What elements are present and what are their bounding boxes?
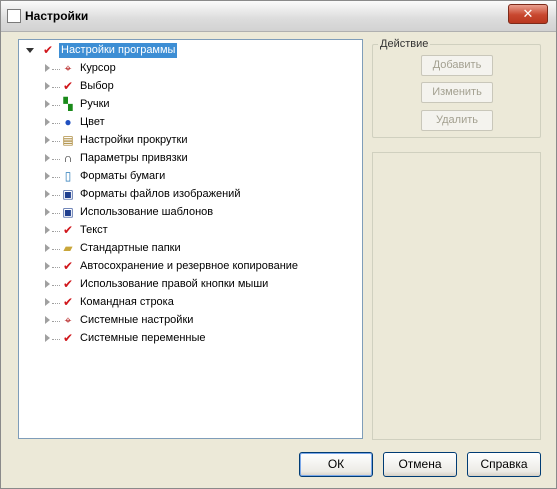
tree-item[interactable]: ✔ Командная строка [19,294,359,312]
tree-item-label: Цвет [80,116,105,128]
tree-item-label: Настройки прокрутки [80,134,188,146]
floppy-icon: ▣ [62,187,74,201]
tree-item[interactable]: ▯ Форматы бумаги [19,168,359,186]
tree-item-label: Системные настройки [80,314,194,326]
tree-item-label: Системные переменные [80,332,206,344]
tree-item[interactable]: ⌖ Системные настройки [19,312,359,330]
settings-tree[interactable]: ✔ Настройки программы ⌖ Курсор ✔ Выбор ▚ Ручк… [18,39,363,439]
expand-arrow-icon[interactable] [45,244,50,252]
tree-connector [52,303,60,304]
check-icon: ✔ [62,79,74,93]
close-button[interactable]: ✕ [508,4,548,24]
expand-arrow-icon[interactable] [45,334,50,342]
expand-arrow-icon[interactable] [45,208,50,216]
tree-item-label: Форматы файлов изображений [80,188,241,200]
expand-arrow-icon[interactable] [45,262,50,270]
settings-dialog: Настройки ✕ ✔ Настройки программы ⌖ Курсо… [0,0,557,489]
tree-connector [52,105,60,106]
expand-arrow-icon[interactable] [45,100,50,108]
tree-item-label: Форматы бумаги [80,170,166,182]
tree-item[interactable]: ▚ Ручки [19,96,359,114]
tree-item[interactable]: ▣ Форматы файлов изображений [19,186,359,204]
tree-connector [52,177,60,178]
floppy-icon: ▣ [62,205,74,219]
delete-button[interactable]: Удалить [421,110,493,131]
tree-connector [52,285,60,286]
tree-connector [52,321,60,322]
check-icon: ✔ [42,43,54,57]
expand-arrow-icon[interactable] [45,154,50,162]
folder-icon: ▰ [63,241,73,255]
cursor-icon: ⌖ [64,313,72,327]
ok-button[interactable]: ОК [299,452,373,477]
action-group-label: Действие [378,38,431,50]
magnet-icon: ∩ [63,151,73,165]
tree-item[interactable]: ⌖ Курсор [19,60,359,78]
check-icon: ✔ [62,277,74,291]
expand-arrow-icon[interactable] [45,136,50,144]
title-bar[interactable]: Настройки ✕ [1,1,556,32]
expand-arrow-icon[interactable] [45,82,50,90]
expand-arrow-icon[interactable] [45,280,50,288]
tree-item[interactable]: ✔ Выбор [19,78,359,96]
tree-item-label: Стандартные папки [80,242,181,254]
expand-arrow-icon[interactable] [45,190,50,198]
tree-item[interactable]: ✔ Автосохранение и резервное копирование [19,258,359,276]
tree-item-label: Параметры привязки [80,152,188,164]
expand-arrow-icon[interactable] [45,64,50,72]
tree-connector [52,267,60,268]
tree-item[interactable]: ✔ Текст [19,222,359,240]
tree-item[interactable]: ● Цвет [19,114,359,132]
expand-arrow-icon[interactable] [45,316,50,324]
window-icon [7,9,21,23]
check-icon: ✔ [62,259,74,273]
check-icon: ✔ [62,295,74,309]
tree-connector [52,141,60,142]
color-icon: ● [64,115,72,129]
tree-item[interactable]: ∩ Параметры привязки [19,150,359,168]
cursor-icon: ⌖ [64,61,72,75]
tree-item-label: Текст [80,224,108,236]
expand-arrow-icon[interactable] [45,226,50,234]
collapse-arrow-icon[interactable] [26,48,34,53]
tree-item-label: Использование шаблонов [80,206,214,218]
tree-connector [52,195,60,196]
scroll-icon: ▤ [62,133,74,147]
paper-icon: ▯ [64,169,72,183]
properties-panel [372,152,541,440]
cancel-button[interactable]: Отмена [383,452,457,477]
tree-connector [52,213,60,214]
tree-connector [52,339,60,340]
tree-connector [52,249,60,250]
expand-arrow-icon[interactable] [45,118,50,126]
tree-connector [52,87,60,88]
add-button[interactable]: Добавить [421,55,493,76]
tree-item-label: Выбор [80,80,114,92]
tree-root-label: Настройки программы [59,43,178,58]
expand-arrow-icon[interactable] [45,172,50,180]
tree-item[interactable]: ▤ Настройки прокрутки [19,132,359,150]
check-icon: ✔ [62,331,74,345]
tree-item[interactable]: ▰ Стандартные папки [19,240,359,258]
tree-connector [52,231,60,232]
tree-item[interactable]: ▣ Использование шаблонов [19,204,359,222]
tree-connector [52,69,60,70]
tree-connector [52,123,60,124]
help-button[interactable]: Справка [467,452,541,477]
window-title: Настройки [25,9,89,23]
tree-item-label: Курсор [80,62,116,74]
expand-arrow-icon[interactable] [45,298,50,306]
tree-item-label: Автосохранение и резервное копирование [80,260,299,272]
edit-button[interactable]: Изменить [421,82,493,103]
tree-connector [52,159,60,160]
tree-item-label: Использование правой кнопки мыши [80,278,269,290]
tree-root-node[interactable]: ✔ Настройки программы [19,42,359,60]
check-icon: ✔ [62,223,74,237]
grips-icon: ▚ [63,97,73,111]
tree-item[interactable]: ✔ Использование правой кнопки мыши [19,276,359,294]
tree-item-label: Ручки [80,98,110,110]
tree-item-label: Командная строка [80,296,174,308]
tree-item[interactable]: ✔ Системные переменные [19,330,359,348]
